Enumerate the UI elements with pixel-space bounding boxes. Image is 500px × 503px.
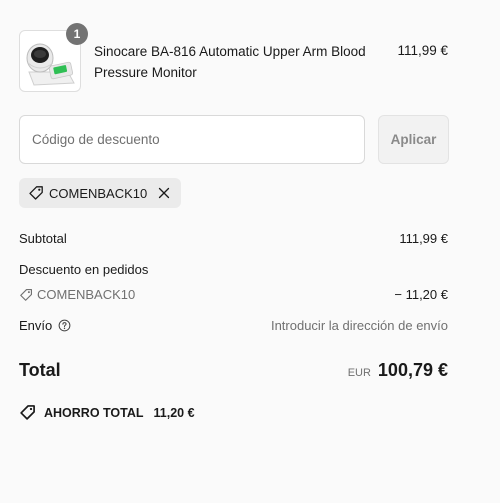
help-circle-icon[interactable]: [58, 319, 71, 332]
discount-code-text: COMENBACK10: [37, 287, 136, 302]
apply-discount-button[interactable]: Aplicar: [378, 115, 449, 164]
tag-icon: [29, 186, 43, 200]
close-icon: [159, 187, 170, 199]
tag-icon: [20, 288, 32, 301]
quantity-badge: 1: [66, 23, 88, 45]
product-name: Sinocare BA-816 Automatic Upper Arm Bloo…: [94, 44, 366, 80]
applied-code-chip: COMENBACK10: [19, 178, 182, 208]
total-label: Total: [19, 360, 61, 380]
currency-code: EUR: [347, 367, 371, 379]
savings-label: AHORRO TOTAL: [44, 405, 144, 420]
subtotal-label: Subtotal: [19, 231, 67, 246]
shipping-label: Envío: [19, 318, 53, 333]
shipping-row: Envío: [19, 318, 71, 333]
remove-code-button[interactable]: [155, 184, 173, 202]
tag-icon: [20, 405, 35, 420]
applied-code-label: COMENBACK10: [49, 185, 148, 201]
product-price: 111,99 €: [397, 43, 448, 58]
savings-value: 11,20 €: [153, 405, 195, 420]
total-value: 100,79 €: [377, 360, 448, 380]
order-discount-label: Descuento en pedidos: [19, 262, 149, 277]
total-savings: AHORRO TOTAL 11,20 €: [19, 404, 195, 421]
discount-code-row: COMENBACK10: [19, 287, 135, 302]
total-amount: EUR 100,79 €: [348, 360, 448, 381]
shipping-value: Introducir la dirección de envío: [270, 318, 448, 333]
discount-value: − 11,20 €: [394, 287, 448, 302]
subtotal-value: 111,99 €: [399, 231, 448, 246]
discount-code-input[interactable]: [19, 115, 365, 164]
